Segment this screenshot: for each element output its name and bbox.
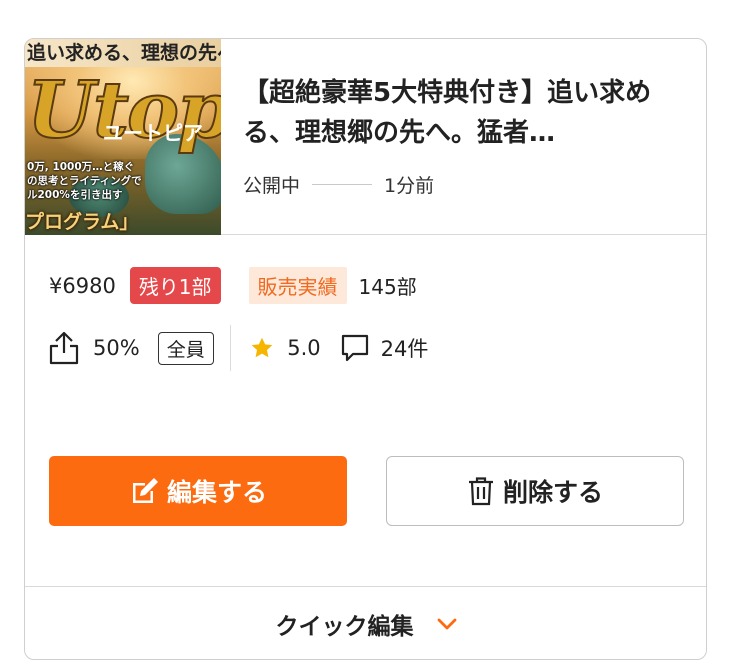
audience-badge: 全員 (157, 331, 214, 365)
delete-button-label: 削除する (502, 479, 603, 507)
price: ¥6980 (49, 273, 116, 298)
sales-badge: 販売実績 (248, 267, 347, 304)
publish-status: 公開中 (243, 175, 301, 197)
thumbnail-kana: ユートピア (103, 121, 203, 145)
meta-divider (312, 183, 373, 186)
thumbnail-banner: 追い求める、理想の先へ (25, 39, 221, 67)
product-meta: 公開中 1分前 (243, 171, 434, 198)
trash-icon (468, 477, 493, 506)
stats-row: 50% 全員 5.0 24件 (49, 325, 428, 371)
product-header: 追い求める、理想の先へ Utopia ユートピア 0万, 1000万…と稼ぐ の… (25, 39, 706, 235)
rating-value: 5.0 (287, 336, 321, 360)
thumbnail-line: の思考とライティングで (27, 175, 142, 187)
updated-time: 1分前 (384, 175, 435, 197)
product-thumbnail[interactable]: 追い求める、理想の先へ Utopia ユートピア 0万, 1000万…と稼ぐ の… (25, 39, 221, 235)
thumbnail-program-text: プログラム」 (25, 211, 139, 233)
product-card: 追い求める、理想の先へ Utopia ユートピア 0万, 1000万…と稼ぐ の… (24, 38, 707, 660)
edit-button-label: 編集する (166, 479, 267, 507)
quick-edit-label: クイック編集 (275, 614, 414, 640)
comment-count: 24件 (380, 337, 429, 361)
edit-button[interactable]: 編集する (49, 456, 347, 526)
product-title[interactable]: 【超絶豪華5大特典付き】追い求める、理想郷の先へ。猛者… (243, 73, 683, 153)
thumbnail-line: 0万, 1000万…と稼ぐ (27, 161, 135, 173)
delete-button[interactable]: 削除する (386, 456, 684, 526)
star-icon (251, 337, 273, 358)
stats-divider (229, 325, 232, 371)
stock-badge: 残り1部 (129, 267, 221, 304)
comment-icon (341, 334, 368, 362)
affiliate-rate: 50% (93, 336, 140, 360)
chevron-down-icon (437, 618, 456, 630)
edit-icon (132, 478, 158, 503)
quick-edit-toggle[interactable]: クイック編集 (25, 586, 706, 659)
sales-row: ¥6980 残り1部 販売実績 145部 (49, 267, 417, 304)
thumbnail-line: ル200%を引き出す (27, 189, 123, 201)
share-icon (49, 331, 79, 365)
sales-count: 145部 (358, 275, 417, 299)
